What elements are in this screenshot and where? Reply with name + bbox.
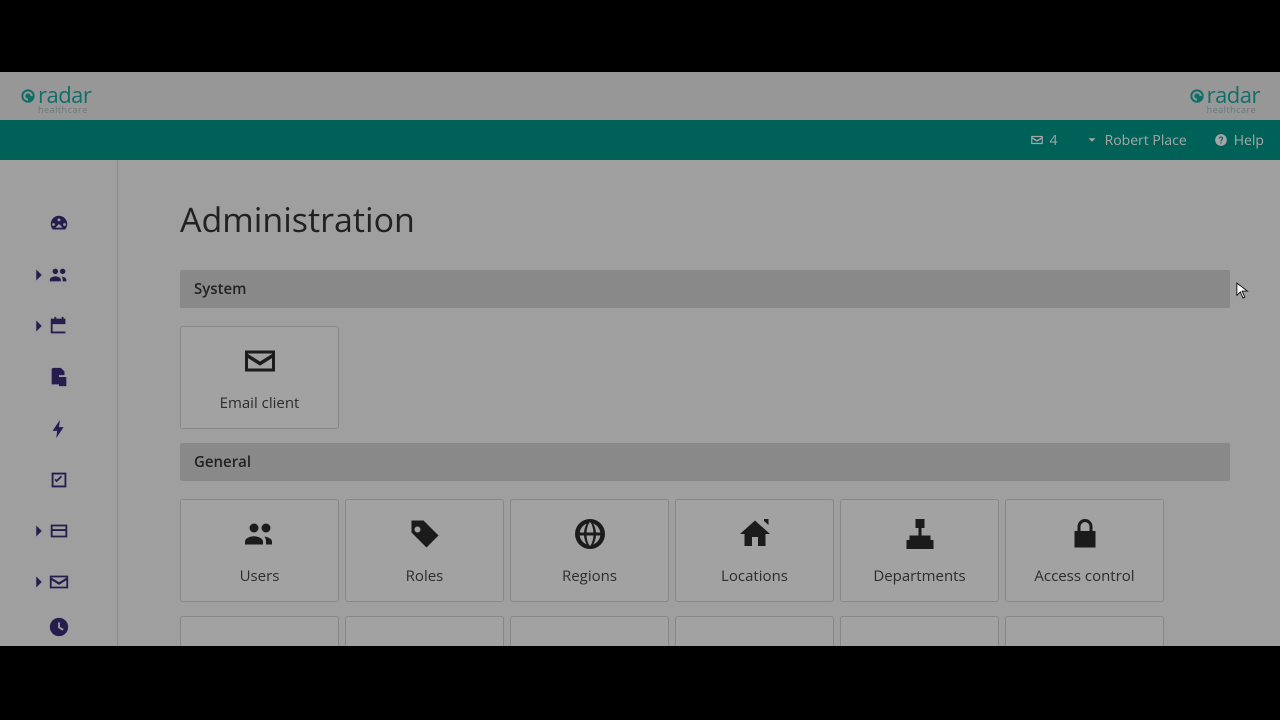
tile-label: Users bbox=[240, 566, 280, 586]
brand-subtitle: healthcare bbox=[38, 107, 88, 112]
tags-icon bbox=[1064, 643, 1106, 647]
tile-partial-1[interactable] bbox=[180, 616, 339, 646]
radar-swirl-icon bbox=[1189, 88, 1205, 104]
radar-swirl-icon bbox=[20, 88, 36, 104]
globe-icon bbox=[569, 516, 611, 552]
chevron-down-icon bbox=[1084, 133, 1100, 147]
tile-partial-4[interactable] bbox=[675, 616, 834, 646]
help-button[interactable]: Help bbox=[1213, 131, 1264, 150]
tile-label: Regions bbox=[562, 566, 617, 586]
tile-label: Departments bbox=[873, 566, 965, 586]
tile-access-control[interactable]: Access control bbox=[1005, 499, 1164, 602]
brand-subtitle: healthcare bbox=[1207, 107, 1257, 112]
main-area: Administration System Email client Gener… bbox=[0, 160, 1280, 646]
lock-icon bbox=[1064, 516, 1106, 552]
home-icon bbox=[734, 516, 776, 552]
tile-regions[interactable]: Regions bbox=[510, 499, 669, 602]
help-icon bbox=[1213, 133, 1229, 147]
wand-icon bbox=[404, 643, 446, 647]
sidebar-item-users[interactable] bbox=[0, 249, 117, 300]
envelope-icon bbox=[48, 571, 70, 593]
sidebar-item-messages[interactable] bbox=[0, 557, 117, 608]
check-square-icon bbox=[48, 469, 70, 491]
logo-bar: radar healthcare radar healthcare bbox=[0, 72, 1280, 120]
system-tiles: Email client bbox=[180, 326, 1230, 429]
tile-label: Email client bbox=[220, 393, 300, 413]
calendar-icon bbox=[48, 315, 70, 337]
undo-icon bbox=[899, 643, 941, 647]
tile-partial-6[interactable] bbox=[1005, 616, 1164, 646]
tag-icon bbox=[404, 516, 446, 552]
inbox-count: 4 bbox=[1050, 131, 1058, 150]
chevron-right-icon bbox=[28, 571, 50, 593]
documents-icon bbox=[48, 366, 70, 388]
envelope-icon bbox=[239, 343, 281, 379]
tile-label: Roles bbox=[406, 566, 444, 586]
brand-logo-right: radar healthcare bbox=[1189, 80, 1260, 112]
help-label: Help bbox=[1234, 131, 1264, 150]
tile-departments[interactable]: Departments bbox=[840, 499, 999, 602]
sidebar-item-documents[interactable] bbox=[0, 352, 117, 403]
user-name: Robert Place bbox=[1105, 131, 1187, 150]
app-viewport: radar healthcare radar healthcare 4 Robe… bbox=[0, 72, 1280, 646]
tile-roles[interactable]: Roles bbox=[345, 499, 504, 602]
top-nav: 4 Robert Place Help bbox=[0, 120, 1280, 160]
user-menu[interactable]: Robert Place bbox=[1084, 131, 1187, 150]
card-icon bbox=[48, 520, 70, 542]
tile-partial-3[interactable] bbox=[510, 616, 669, 646]
chevron-right-icon bbox=[28, 520, 50, 542]
tile-users[interactable]: Users bbox=[180, 499, 339, 602]
phone-icon bbox=[239, 643, 281, 647]
bolt-icon bbox=[48, 418, 70, 440]
tile-label: Locations bbox=[721, 566, 788, 586]
tile-partial-5[interactable] bbox=[840, 616, 999, 646]
sidebar bbox=[0, 160, 118, 646]
sidebar-item-tasks[interactable] bbox=[0, 454, 117, 505]
users-icon bbox=[48, 264, 70, 286]
sidebar-item-activity[interactable] bbox=[0, 403, 117, 454]
branch-icon bbox=[734, 643, 776, 647]
chevron-right-icon bbox=[28, 264, 50, 286]
tile-partial-2[interactable] bbox=[345, 616, 504, 646]
content-area: Administration System Email client Gener… bbox=[118, 160, 1280, 646]
tile-locations[interactable]: Locations bbox=[675, 499, 834, 602]
general-tiles-row2 bbox=[180, 616, 1230, 646]
clock-icon bbox=[48, 616, 70, 638]
users-icon bbox=[239, 516, 281, 552]
page-title: Administration bbox=[180, 196, 1230, 242]
inbox-button[interactable]: 4 bbox=[1029, 131, 1058, 150]
sitemap-icon bbox=[899, 516, 941, 552]
envelope-icon bbox=[1029, 133, 1045, 147]
tile-label: Access control bbox=[1034, 566, 1134, 586]
tile-email-client[interactable]: Email client bbox=[180, 326, 339, 429]
section-header-general: General bbox=[180, 443, 1230, 481]
section-header-system: System bbox=[180, 270, 1230, 308]
edit-icon bbox=[569, 643, 611, 647]
sidebar-item-calendar[interactable] bbox=[0, 301, 117, 352]
sidebar-item-dashboard[interactable] bbox=[0, 198, 117, 249]
dashboard-icon bbox=[48, 213, 70, 235]
general-tiles-row1: Users Roles Regions Locations Department… bbox=[180, 499, 1230, 602]
sidebar-item-history[interactable] bbox=[0, 608, 117, 646]
brand-logo-left: radar healthcare bbox=[20, 80, 91, 112]
sidebar-item-forms[interactable] bbox=[0, 506, 117, 557]
chevron-right-icon bbox=[28, 315, 50, 337]
